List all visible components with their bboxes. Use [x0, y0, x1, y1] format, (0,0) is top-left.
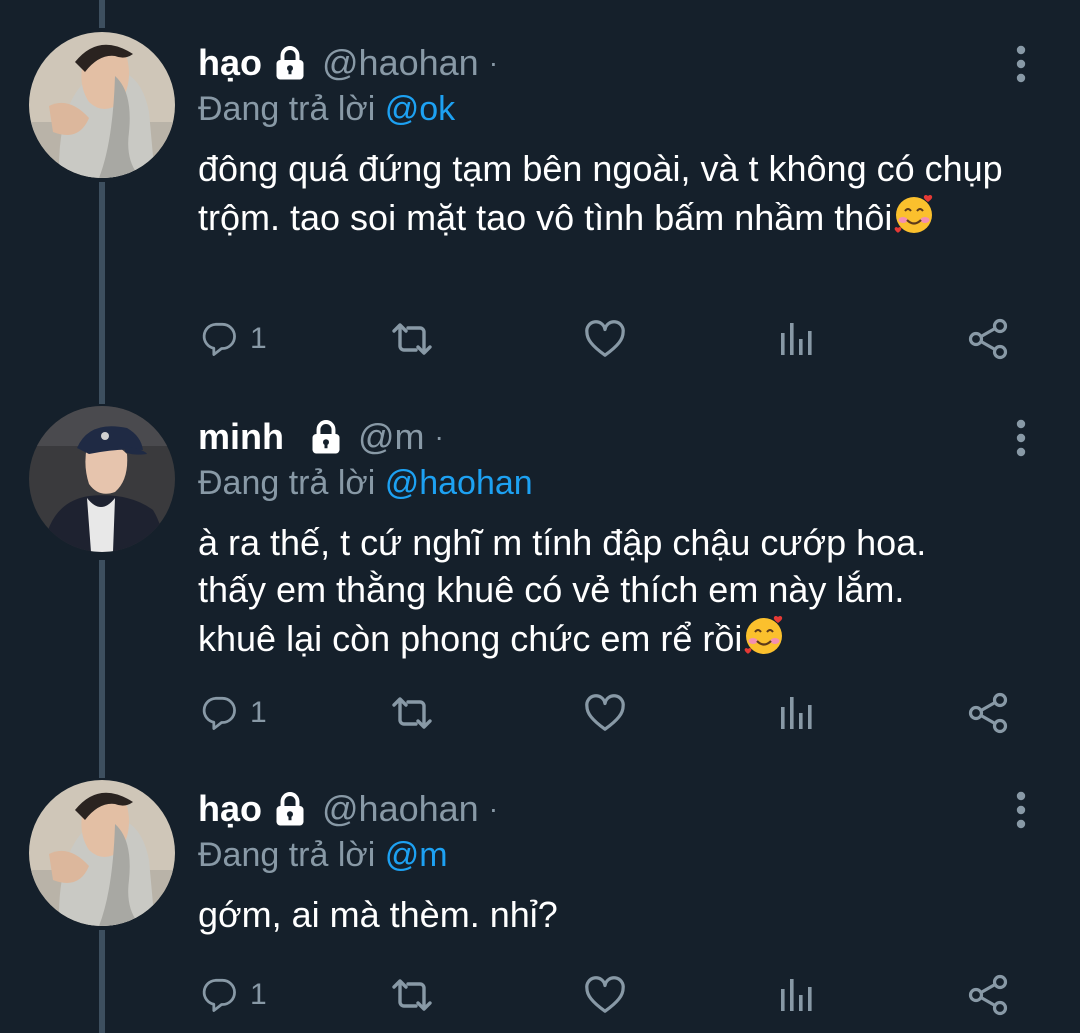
mention-link[interactable]: @haohan — [385, 464, 533, 502]
share-icon — [966, 317, 1010, 361]
display-name[interactable]: hạo — [198, 42, 262, 84]
share-button[interactable] — [966, 314, 1010, 364]
replying-prefix: Đang trả lời — [198, 90, 385, 128]
tweet-header: minh @m · — [198, 414, 444, 460]
tweet-body: à ra thế, t cứ nghĩ m tính đập chậu cướp… — [198, 522, 927, 659]
analytics-icon — [776, 975, 816, 1015]
tweet-3[interactable]: hạo @haohan · Đang trả lời @m gớm, ai mà… — [0, 780, 1080, 1033]
replying-prefix: Đang trả lời — [198, 464, 385, 502]
mention-link[interactable]: @ok — [385, 90, 455, 128]
replying-prefix: Đang trả lời — [198, 836, 385, 874]
thread-line-top — [99, 0, 105, 28]
reply-button[interactable]: 1 — [200, 688, 267, 738]
smiling-face-with-hearts-icon — [892, 192, 936, 236]
tweet-body: đông quá đứng tạm bên ngoài, và t không … — [198, 148, 1003, 238]
tweet-1[interactable]: hạo @haohan · Đang trả lời @ok đông quá … — [0, 32, 1080, 380]
display-name[interactable]: hạo — [198, 788, 262, 830]
analytics-icon — [776, 319, 816, 359]
retweet-icon — [388, 317, 436, 361]
like-button[interactable] — [583, 314, 627, 364]
retweet-button[interactable] — [388, 970, 436, 1020]
mention-link[interactable]: @m — [385, 836, 448, 874]
tweet-2[interactable]: minh @m · Đang trả lời @haohan à ra thế,… — [0, 406, 1080, 754]
share-icon — [966, 973, 1010, 1017]
reply-button[interactable]: 1 — [200, 314, 267, 364]
tweet-body: gớm, ai mà thèm. nhỉ? — [198, 894, 558, 935]
lock-icon — [272, 791, 308, 827]
action-bar: 1 — [0, 314, 1080, 364]
more-options-icon[interactable] — [1008, 418, 1034, 458]
user-handle[interactable]: @haohan — [322, 788, 479, 830]
replying-to: Đang trả lời @haohan — [198, 464, 533, 503]
tweet-text: à ra thế, t cứ nghĩ m tính đập chậu cướp… — [198, 519, 988, 662]
analytics-button[interactable] — [776, 314, 816, 364]
lock-icon — [308, 419, 344, 455]
reply-icon — [200, 976, 238, 1014]
reply-count: 1 — [250, 696, 267, 729]
analytics-icon — [776, 693, 816, 733]
reply-count: 1 — [250, 978, 267, 1011]
share-button[interactable] — [966, 970, 1010, 1020]
retweet-icon — [388, 691, 436, 735]
separator-dot: · — [488, 793, 499, 824]
like-icon — [583, 693, 627, 733]
replying-to: Đang trả lời @ok — [198, 90, 455, 129]
share-icon — [966, 691, 1010, 735]
user-handle[interactable]: @m — [358, 416, 425, 458]
retweet-button[interactable] — [388, 688, 436, 738]
lock-icon — [272, 45, 308, 81]
retweet-icon — [388, 973, 436, 1017]
tweet-text: gớm, ai mà thèm. nhỉ? — [198, 891, 1018, 938]
separator-dot: · — [488, 47, 499, 78]
share-button[interactable] — [966, 688, 1010, 738]
analytics-button[interactable] — [776, 688, 816, 738]
like-icon — [583, 319, 627, 359]
replying-to: Đang trả lời @m — [198, 836, 448, 875]
tweet-header: hạo @haohan · — [198, 786, 498, 832]
reply-button[interactable]: 1 — [200, 970, 267, 1020]
analytics-button[interactable] — [776, 970, 816, 1020]
more-options-icon[interactable] — [1008, 790, 1034, 830]
user-handle[interactable]: @haohan — [322, 42, 479, 84]
tweet-text: đông quá đứng tạm bên ngoài, và t không … — [198, 145, 1018, 241]
retweet-button[interactable] — [388, 314, 436, 364]
reply-count: 1 — [250, 322, 267, 355]
tweet-header: hạo @haohan · — [198, 40, 498, 86]
action-bar: 1 — [0, 970, 1080, 1020]
avatar[interactable] — [29, 32, 175, 178]
like-button[interactable] — [583, 688, 627, 738]
action-bar: 1 — [0, 688, 1080, 738]
reply-icon — [200, 694, 238, 732]
reply-icon — [200, 320, 238, 358]
avatar[interactable] — [29, 780, 175, 926]
separator-dot: · — [434, 421, 444, 452]
avatar[interactable] — [29, 406, 175, 552]
like-icon — [583, 975, 627, 1015]
display-name[interactable]: minh — [198, 416, 284, 458]
like-button[interactable] — [583, 970, 627, 1020]
smiling-face-with-hearts-icon — [742, 613, 786, 657]
more-options-icon[interactable] — [1008, 44, 1034, 84]
